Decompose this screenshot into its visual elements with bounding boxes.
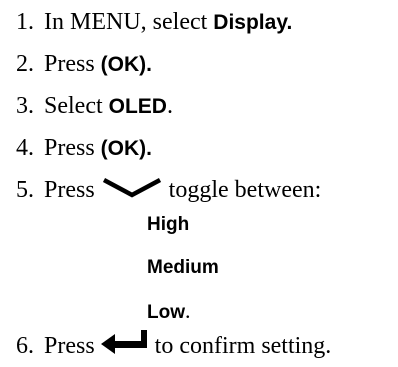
menu-item-display: Display. (213, 11, 293, 34)
step-text: Press (44, 135, 101, 161)
step-number: 4. (16, 135, 34, 161)
menu-item-oled: OLED (108, 95, 167, 118)
option-low: Low. (147, 291, 191, 331)
step-text: Press (44, 333, 101, 359)
step-number: 6. (16, 333, 34, 359)
step-number: 5. (16, 177, 34, 203)
option-low-period: . (185, 298, 191, 323)
step-number: 2. (16, 51, 34, 77)
step-number: 3. (16, 93, 34, 119)
step-text: Press (44, 177, 101, 203)
step-text: Select (44, 93, 109, 119)
enter-arrow-icon (100, 327, 149, 367)
step-number: 1. (16, 9, 34, 35)
instruction-list: 1. In MENU, select Display. 2. Press (OK… (0, 0, 398, 366)
step-suffix: toggle between: (168, 177, 322, 203)
ok-key-label: (OK). (100, 53, 152, 76)
option-low-label: Low (147, 302, 185, 323)
ok-key-label: (OK). (100, 137, 152, 160)
step-suffix: . (166, 93, 173, 119)
option-medium: Medium (147, 257, 219, 278)
step-text: In MENU, select (44, 9, 214, 35)
step-text: Press (44, 51, 101, 77)
step-suffix: to confirm setting. (154, 333, 332, 359)
option-high: High (147, 214, 190, 235)
